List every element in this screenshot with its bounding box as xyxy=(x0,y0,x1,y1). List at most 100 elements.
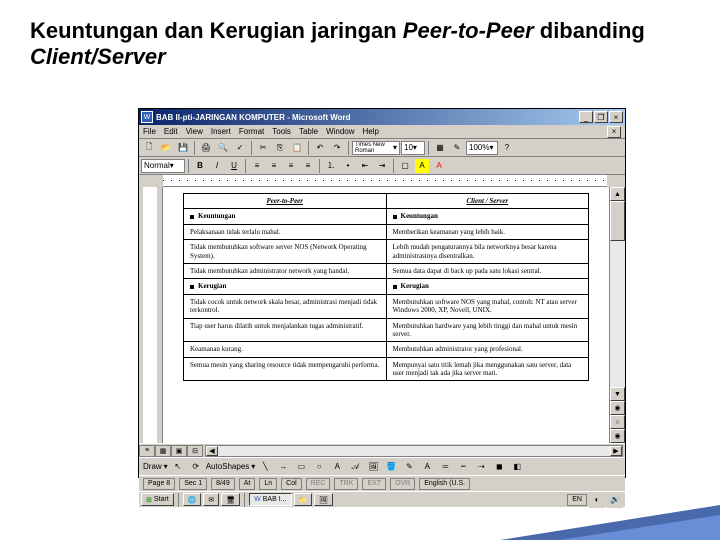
prev-page-icon[interactable]: ◉ xyxy=(610,401,625,415)
draw-dropdown-icon[interactable]: ▾ xyxy=(164,462,168,471)
title-join: dibanding xyxy=(534,18,645,43)
scroll-left-icon[interactable]: ◀ xyxy=(206,446,218,456)
vertical-scrollbar[interactable]: ▲ ▼ ◉ ○ ◉ xyxy=(609,187,625,443)
scroll-track[interactable] xyxy=(610,201,625,387)
minimize-button[interactable]: _ xyxy=(579,111,593,123)
oval-icon[interactable]: ○ xyxy=(311,459,327,475)
align-right-icon[interactable]: ≡ xyxy=(283,158,299,174)
underline-icon[interactable]: U xyxy=(226,158,242,174)
new-icon[interactable]: 🗋 xyxy=(141,140,157,156)
textbox-icon[interactable]: A xyxy=(329,459,345,475)
status-trk[interactable]: TRK xyxy=(334,478,358,490)
shadow-icon[interactable]: ◼ xyxy=(491,459,507,475)
menu-format[interactable]: Format xyxy=(239,127,264,136)
3d-icon[interactable]: ◧ xyxy=(509,459,525,475)
justify-icon[interactable]: ≡ xyxy=(300,158,316,174)
menu-file[interactable]: File xyxy=(143,127,156,136)
style-combo[interactable]: Normal▾ xyxy=(141,159,185,173)
font-combo[interactable]: Times New Roman▾ xyxy=(352,141,400,155)
status-rec[interactable]: REC xyxy=(306,478,331,490)
zoom-combo[interactable]: 100%▾ xyxy=(466,141,498,155)
highlight-icon[interactable]: A xyxy=(414,158,430,174)
task-item-3[interactable]: 🖼 xyxy=(314,493,333,506)
columns-icon[interactable]: ▦ xyxy=(432,140,448,156)
dashstyle-icon[interactable]: ┅ xyxy=(455,459,471,475)
arrowstyle-icon[interactable]: ⇢ xyxy=(473,459,489,475)
cut-icon[interactable]: ✂ xyxy=(255,140,271,156)
drawing-icon[interactable]: ✎ xyxy=(449,140,465,156)
spell-icon[interactable]: ✓ xyxy=(232,140,248,156)
menu-help[interactable]: Help xyxy=(363,127,379,136)
vertical-ruler[interactable] xyxy=(143,187,157,443)
italic-icon[interactable]: I xyxy=(209,158,225,174)
clipart-icon[interactable]: 🖼 xyxy=(365,459,381,475)
scroll-up-icon[interactable]: ▲ xyxy=(610,187,625,201)
start-button[interactable]: ⊞Start xyxy=(141,493,174,506)
size-combo[interactable]: 10▾ xyxy=(401,141,425,155)
linecolor-icon[interactable]: ✎ xyxy=(401,459,417,475)
save-icon[interactable]: 💾 xyxy=(175,140,191,156)
scroll-right-icon[interactable]: ▶ xyxy=(610,446,622,456)
next-page-icon[interactable]: ◉ xyxy=(610,429,625,443)
redo-icon[interactable]: ↷ xyxy=(329,140,345,156)
web-view-icon[interactable]: ▦ xyxy=(155,445,171,457)
fontcolor-icon[interactable]: A xyxy=(431,158,447,174)
status-lang[interactable]: English (U.S. xyxy=(419,478,470,490)
print-view-icon[interactable]: ▣ xyxy=(171,445,187,457)
help-icon[interactable]: ? xyxy=(499,140,515,156)
open-icon[interactable]: 📂 xyxy=(158,140,174,156)
arrow-icon[interactable]: → xyxy=(275,459,291,475)
status-ext[interactable]: EXT xyxy=(362,478,386,490)
outdent-icon[interactable]: ⇤ xyxy=(357,158,373,174)
quick-launch-2[interactable]: ✉ xyxy=(203,493,219,506)
horizontal-scrollbar[interactable]: ◀ ▶ xyxy=(205,445,623,457)
scroll-down-icon[interactable]: ▼ xyxy=(610,387,625,401)
bullist-icon[interactable]: • xyxy=(340,158,356,174)
linestyle-icon[interactable]: ═ xyxy=(437,459,453,475)
document-page[interactable]: Peer-to-Peer Client / Server Keuntungan … xyxy=(163,187,609,443)
undo-icon[interactable]: ↶ xyxy=(312,140,328,156)
tray-lang[interactable]: EN xyxy=(567,494,587,506)
quick-launch-3[interactable]: 🖥 xyxy=(221,493,240,506)
browse-object-icon[interactable]: ○ xyxy=(610,415,625,429)
menu-view[interactable]: View xyxy=(186,127,203,136)
title-bar[interactable]: W BAB II-pti-JARINGAN KOMPUTER - Microso… xyxy=(139,109,625,125)
preview-icon[interactable]: 🔍 xyxy=(215,140,231,156)
paste-icon[interactable]: 📋 xyxy=(289,140,305,156)
quick-launch-1[interactable]: 🌐 xyxy=(183,493,202,506)
close-button[interactable]: × xyxy=(609,111,623,123)
wordart-icon[interactable]: 𝒜 xyxy=(347,459,363,475)
menu-tools[interactable]: Tools xyxy=(272,127,291,136)
autoshapes-menu[interactable]: AutoShapes xyxy=(206,462,250,471)
table-cell: Membutuhkan software NOS yang mahal, con… xyxy=(386,294,589,318)
doc-close-button[interactable]: × xyxy=(607,126,621,138)
menu-insert[interactable]: Insert xyxy=(211,127,231,136)
numlist-icon[interactable]: ⒈ xyxy=(323,158,339,174)
task-word[interactable]: WBAB I... xyxy=(249,493,291,506)
maximize-button[interactable]: ❐ xyxy=(594,111,608,123)
bold-icon[interactable]: B xyxy=(192,158,208,174)
scroll-thumb[interactable] xyxy=(610,201,625,241)
indent-icon[interactable]: ⇥ xyxy=(374,158,390,174)
print-icon[interactable]: 🖨 xyxy=(198,140,214,156)
rectangle-icon[interactable]: ▭ xyxy=(293,459,309,475)
align-left-icon[interactable]: ≡ xyxy=(249,158,265,174)
status-ovr[interactable]: OVR xyxy=(390,478,415,490)
menu-table[interactable]: Table xyxy=(299,127,318,136)
border-icon[interactable]: ▢ xyxy=(397,158,413,174)
horizontal-ruler[interactable] xyxy=(163,175,607,187)
line-icon[interactable]: ╲ xyxy=(257,459,273,475)
rotate-icon[interactable]: ⟳ xyxy=(188,459,204,475)
draw-menu[interactable]: Draw xyxy=(143,462,162,471)
normal-view-icon[interactable]: ≡ xyxy=(139,445,155,457)
autoshapes-dropdown-icon[interactable]: ▾ xyxy=(251,462,255,471)
menu-edit[interactable]: Edit xyxy=(164,127,178,136)
fontcolor2-icon[interactable]: A xyxy=(419,459,435,475)
align-center-icon[interactable]: ≡ xyxy=(266,158,282,174)
outline-view-icon[interactable]: ⊟ xyxy=(187,445,203,457)
copy-icon[interactable]: ⎘ xyxy=(272,140,288,156)
menu-window[interactable]: Window xyxy=(326,127,354,136)
select-icon[interactable]: ↖ xyxy=(170,459,186,475)
fill-icon[interactable]: 🪣 xyxy=(383,459,399,475)
task-item-2[interactable]: 📁 xyxy=(294,493,313,506)
